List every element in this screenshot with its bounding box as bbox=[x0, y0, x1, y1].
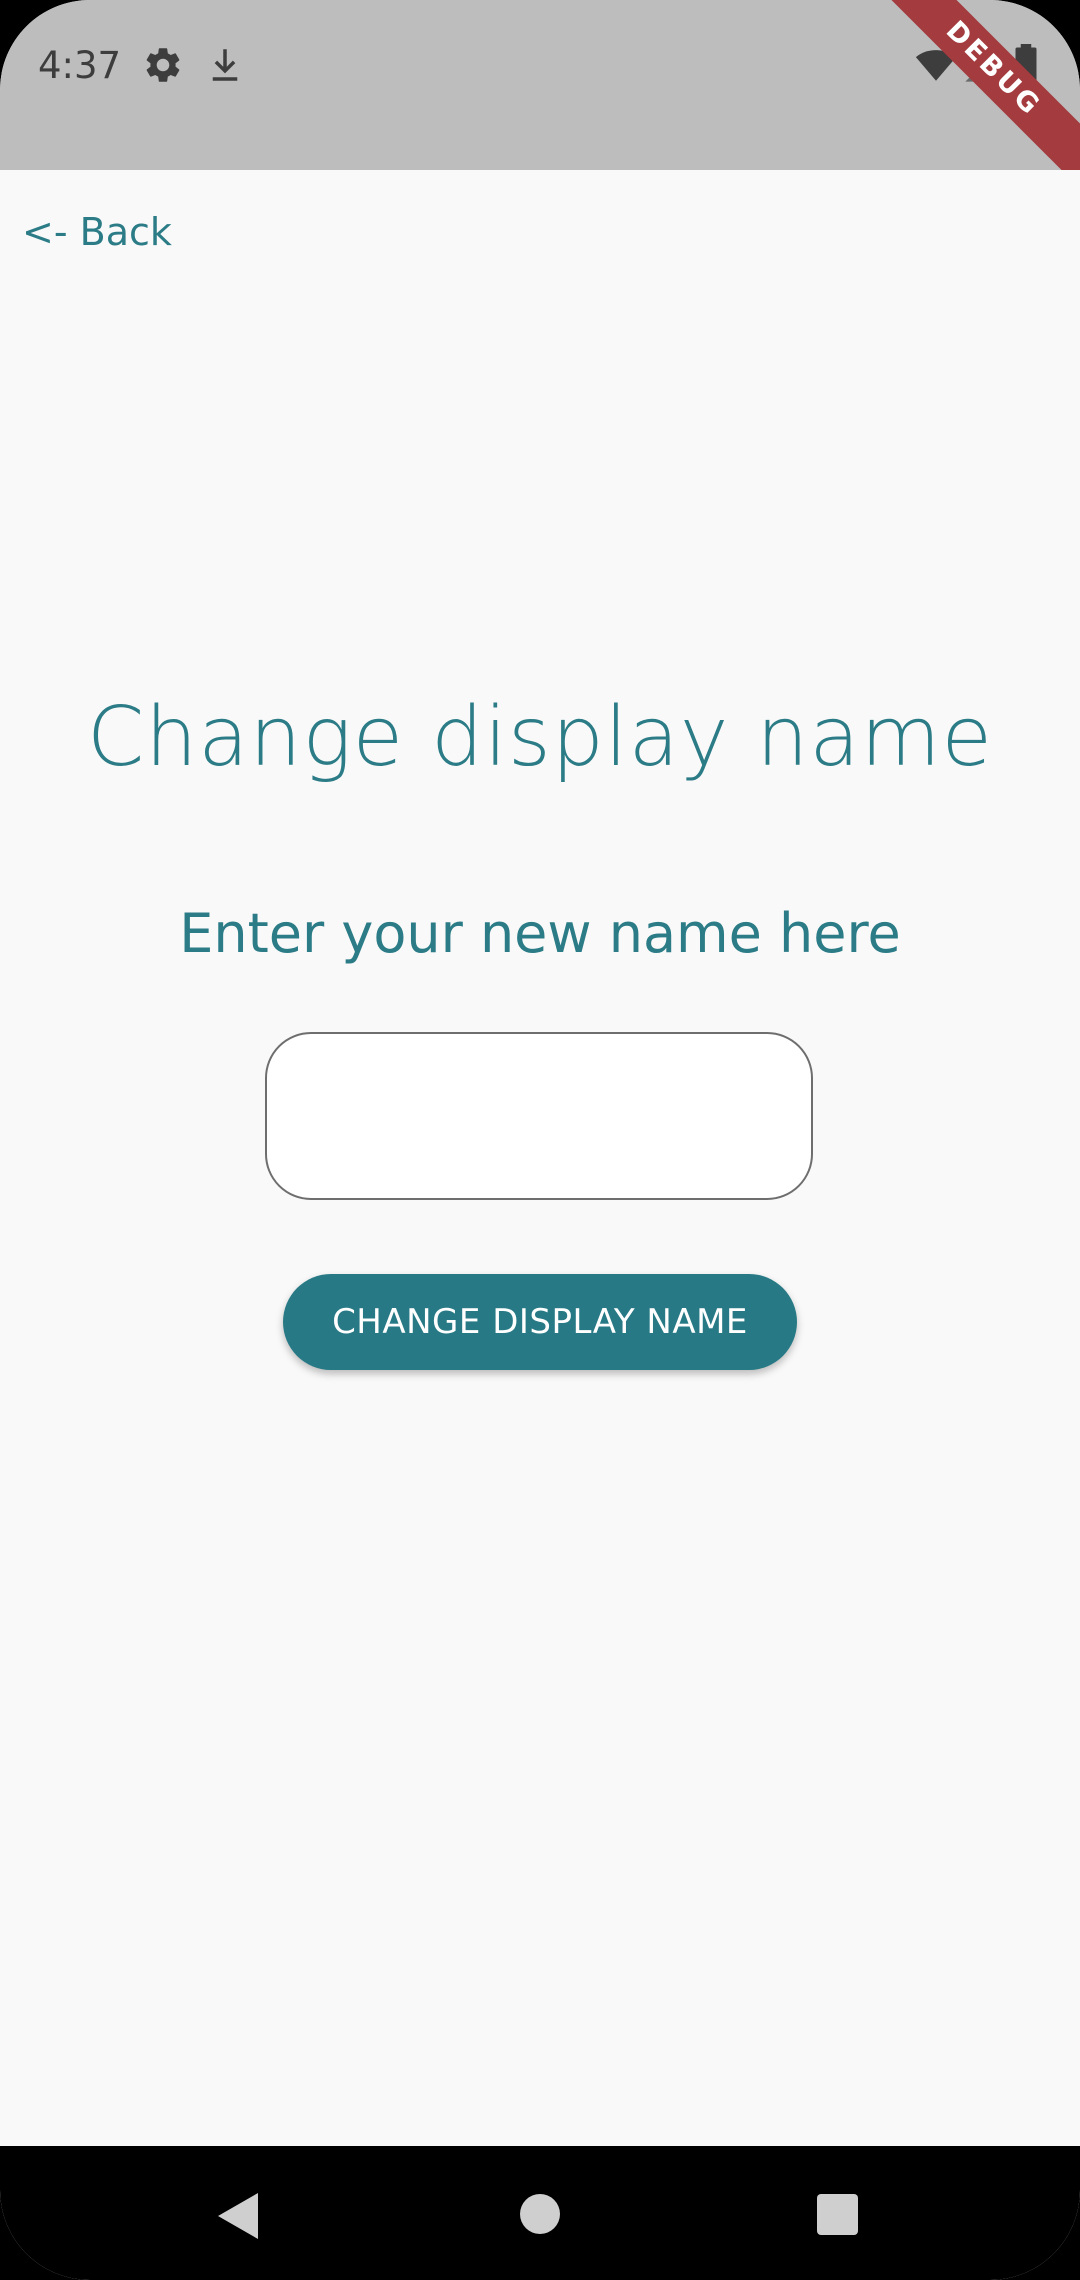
status-bar: 4:37 DEBUG bbox=[0, 0, 1080, 202]
change-display-name-button[interactable]: CHANGE DISPLAY NAME bbox=[283, 1274, 797, 1370]
main-content: <- Back Change display name Enter your n… bbox=[0, 170, 1080, 2146]
display-name-input[interactable] bbox=[265, 1032, 813, 1200]
subtitle: Enter your new name here bbox=[179, 902, 901, 965]
home-circle-icon[interactable] bbox=[520, 2194, 560, 2234]
back-triangle-icon[interactable] bbox=[218, 2193, 258, 2239]
gear-icon bbox=[142, 44, 184, 86]
phone-frame: 4:37 DEBUG <- Back Change display name E… bbox=[0, 0, 1080, 2280]
download-icon bbox=[204, 44, 246, 86]
back-link[interactable]: <- Back bbox=[22, 210, 172, 254]
status-time: 4:37 bbox=[38, 44, 122, 87]
recents-square-icon[interactable] bbox=[817, 2194, 858, 2235]
system-nav-bar bbox=[0, 2146, 1080, 2280]
page-title: Change display name bbox=[87, 690, 993, 785]
screen: 4:37 DEBUG <- Back Change display name E… bbox=[0, 0, 1080, 2280]
